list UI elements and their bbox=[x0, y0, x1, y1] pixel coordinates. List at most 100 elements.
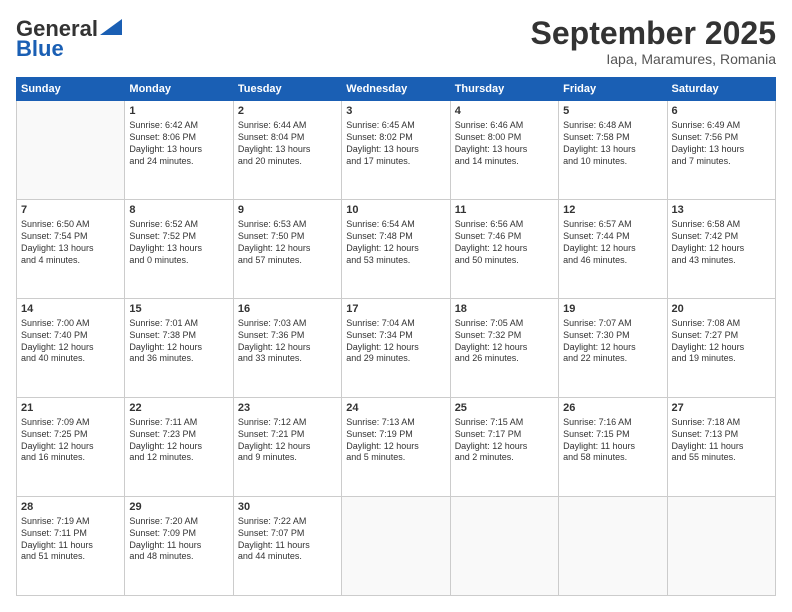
day-info: and 5 minutes. bbox=[346, 452, 445, 464]
day-info: and 33 minutes. bbox=[238, 353, 337, 365]
day-number: 19 bbox=[563, 302, 662, 316]
day-info: and 58 minutes. bbox=[563, 452, 662, 464]
day-cell: 3Sunrise: 6:45 AMSunset: 8:02 PMDaylight… bbox=[342, 101, 450, 200]
day-info: Daylight: 12 hours bbox=[455, 441, 554, 453]
day-cell: 1 Sunrise: 6:42 AMSunset: 8:06 PMDaylight… bbox=[125, 101, 233, 200]
weekday-thursday: Thursday bbox=[450, 78, 558, 101]
day-info: and 46 minutes. bbox=[563, 255, 662, 267]
day-cell: 28Sunrise: 7:19 AMSunset: 7:11 PMDayligh… bbox=[17, 497, 125, 596]
day-number: 17 bbox=[346, 302, 445, 316]
day-info: Sunset: 7:13 PM bbox=[672, 429, 771, 441]
day-cell: 9Sunrise: 6:53 AMSunset: 7:50 PMDaylight… bbox=[233, 200, 341, 299]
day-number: 7 bbox=[21, 203, 120, 217]
week-row-4: 21Sunrise: 7:09 AMSunset: 7:25 PMDayligh… bbox=[17, 398, 776, 497]
weekday-saturday: Saturday bbox=[667, 78, 775, 101]
day-cell bbox=[667, 497, 775, 596]
day-info: Daylight: 12 hours bbox=[455, 342, 554, 354]
weekday-tuesday: Tuesday bbox=[233, 78, 341, 101]
day-info: Sunrise: 6:48 AM bbox=[563, 120, 662, 132]
day-number: 29 bbox=[129, 500, 228, 514]
day-info: Daylight: 13 hours bbox=[346, 144, 445, 156]
day-info: and 24 minutes. bbox=[129, 156, 228, 168]
day-info: Sunset: 8:06 PM bbox=[129, 132, 228, 144]
day-info: Sunset: 7:38 PM bbox=[129, 330, 228, 342]
day-info: Sunrise: 7:22 AM bbox=[238, 516, 337, 528]
day-info: Sunset: 7:23 PM bbox=[129, 429, 228, 441]
day-info: Sunrise: 6:52 AM bbox=[129, 219, 228, 231]
day-info: Sunrise: 7:03 AM bbox=[238, 318, 337, 330]
day-number: 15 bbox=[129, 302, 228, 316]
day-info: and 2 minutes. bbox=[455, 452, 554, 464]
day-info: Sunrise: 6:56 AM bbox=[455, 219, 554, 231]
day-info: Sunrise: 7:08 AM bbox=[672, 318, 771, 330]
day-info: and 17 minutes. bbox=[346, 156, 445, 168]
day-info: Sunrise: 7:19 AM bbox=[21, 516, 120, 528]
day-info: Sunset: 7:15 PM bbox=[563, 429, 662, 441]
day-info: Daylight: 12 hours bbox=[346, 441, 445, 453]
day-info: Sunrise: 6:50 AM bbox=[21, 219, 120, 231]
day-info: Daylight: 12 hours bbox=[346, 342, 445, 354]
day-info: Daylight: 13 hours bbox=[129, 243, 228, 255]
day-cell bbox=[450, 497, 558, 596]
day-number: 5 bbox=[563, 104, 662, 118]
day-info: and 4 minutes. bbox=[21, 255, 120, 267]
day-info: Sunset: 7:36 PM bbox=[238, 330, 337, 342]
day-cell: 16Sunrise: 7:03 AMSunset: 7:36 PMDayligh… bbox=[233, 299, 341, 398]
day-number: 10 bbox=[346, 203, 445, 217]
day-cell: 17Sunrise: 7:04 AMSunset: 7:34 PMDayligh… bbox=[342, 299, 450, 398]
day-info: Sunrise: 6:54 AM bbox=[346, 219, 445, 231]
day-cell: 30Sunrise: 7:22 AMSunset: 7:07 PMDayligh… bbox=[233, 497, 341, 596]
logo: General Blue bbox=[16, 16, 122, 62]
day-cell: 13Sunrise: 6:58 AMSunset: 7:42 PMDayligh… bbox=[667, 200, 775, 299]
day-info: Sunrise: 6:58 AM bbox=[672, 219, 771, 231]
day-info: Sunset: 7:09 PM bbox=[129, 528, 228, 540]
day-info: Sunset: 7:50 PM bbox=[238, 231, 337, 243]
day-info: and 36 minutes. bbox=[129, 353, 228, 365]
day-cell: 21Sunrise: 7:09 AMSunset: 7:25 PMDayligh… bbox=[17, 398, 125, 497]
day-cell: 25Sunrise: 7:15 AMSunset: 7:17 PMDayligh… bbox=[450, 398, 558, 497]
day-info: Daylight: 12 hours bbox=[346, 243, 445, 255]
day-cell: 2Sunrise: 6:44 AMSunset: 8:04 PMDaylight… bbox=[233, 101, 341, 200]
week-row-5: 28Sunrise: 7:19 AMSunset: 7:11 PMDayligh… bbox=[17, 497, 776, 596]
day-cell: 19Sunrise: 7:07 AMSunset: 7:30 PMDayligh… bbox=[559, 299, 667, 398]
day-info: and 19 minutes. bbox=[672, 353, 771, 365]
day-cell bbox=[342, 497, 450, 596]
day-cell: 15Sunrise: 7:01 AMSunset: 7:38 PMDayligh… bbox=[125, 299, 233, 398]
day-cell bbox=[559, 497, 667, 596]
day-info: Sunset: 7:48 PM bbox=[346, 231, 445, 243]
day-info: Daylight: 12 hours bbox=[238, 243, 337, 255]
day-number: 11 bbox=[455, 203, 554, 217]
logo-icon bbox=[100, 19, 122, 35]
day-cell: 12Sunrise: 6:57 AMSunset: 7:44 PMDayligh… bbox=[559, 200, 667, 299]
day-info: Sunset: 7:56 PM bbox=[672, 132, 771, 144]
day-number: 2 bbox=[238, 104, 337, 118]
day-info: Daylight: 12 hours bbox=[672, 243, 771, 255]
day-cell: 22Sunrise: 7:11 AMSunset: 7:23 PMDayligh… bbox=[125, 398, 233, 497]
day-info: Daylight: 13 hours bbox=[129, 144, 228, 156]
weekday-friday: Friday bbox=[559, 78, 667, 101]
day-number: 13 bbox=[672, 203, 771, 217]
day-number: 12 bbox=[563, 203, 662, 217]
page: General Blue September 2025 Iapa, Maramu… bbox=[0, 0, 792, 612]
day-info: Sunrise: 6:42 AM bbox=[129, 120, 228, 132]
week-row-2: 7Sunrise: 6:50 AMSunset: 7:54 PMDaylight… bbox=[17, 200, 776, 299]
day-cell: 23Sunrise: 7:12 AMSunset: 7:21 PMDayligh… bbox=[233, 398, 341, 497]
weekday-header-row: SundayMondayTuesdayWednesdayThursdayFrid… bbox=[17, 78, 776, 101]
day-cell: 18Sunrise: 7:05 AMSunset: 7:32 PMDayligh… bbox=[450, 299, 558, 398]
day-number: 24 bbox=[346, 401, 445, 415]
day-cell: 24Sunrise: 7:13 AMSunset: 7:19 PMDayligh… bbox=[342, 398, 450, 497]
day-info: Sunrise: 7:07 AM bbox=[563, 318, 662, 330]
day-info: and 0 minutes. bbox=[129, 255, 228, 267]
week-row-3: 14Sunrise: 7:00 AMSunset: 7:40 PMDayligh… bbox=[17, 299, 776, 398]
day-number: 8 bbox=[129, 203, 228, 217]
day-info: Sunrise: 7:09 AM bbox=[21, 417, 120, 429]
day-info: and 44 minutes. bbox=[238, 551, 337, 563]
day-info: Sunset: 7:46 PM bbox=[455, 231, 554, 243]
day-number: 22 bbox=[129, 401, 228, 415]
day-number: 25 bbox=[455, 401, 554, 415]
location: Iapa, Maramures, Romania bbox=[531, 51, 776, 67]
header: General Blue September 2025 Iapa, Maramu… bbox=[16, 16, 776, 67]
day-number: 1 bbox=[129, 104, 228, 118]
day-info: and 9 minutes. bbox=[238, 452, 337, 464]
day-cell: 11Sunrise: 6:56 AMSunset: 7:46 PMDayligh… bbox=[450, 200, 558, 299]
